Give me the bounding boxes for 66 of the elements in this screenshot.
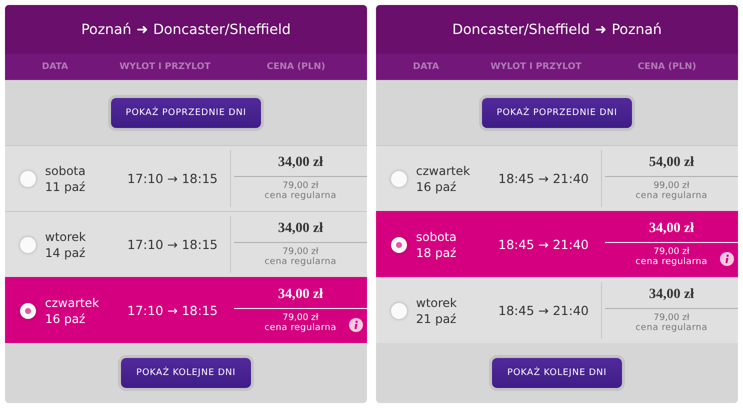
flight-time: 17:10 → 18:15 [126, 303, 219, 318]
regular-price: 79,00 zł [282, 247, 318, 257]
regular-price-label: cena regularna [636, 257, 708, 267]
weekday: wtorek [416, 294, 458, 310]
regular-price-label: cena regularna [636, 323, 708, 333]
regular-price-label: cena regularna [264, 323, 336, 333]
regular-price-label: cena regularna [636, 191, 708, 201]
promo-price: 34,00 zł [234, 282, 367, 309]
radio-button[interactable] [20, 236, 36, 252]
regular-price: 99,00 zł [654, 181, 690, 191]
route-arrow: ➜ [594, 22, 607, 38]
route-destination: Doncaster/Sheffield [153, 22, 291, 38]
next-days-button[interactable]: POKAŻ KOLEJNE DNI [118, 355, 254, 391]
regular-price: 79,00 zł [282, 313, 318, 323]
radio-button[interactable] [391, 170, 407, 186]
flight-date: 11 paź [45, 178, 86, 194]
flight-date: 18 paź [416, 244, 458, 260]
flight-row[interactable]: sobota 18 paź 18:45 → 21:40 34,00 zł 79,00 zł cena regularna [376, 211, 738, 277]
promo-price: 34,00 zł [605, 216, 738, 243]
next-days-button[interactable]: POKAŻ KOLEJNE DNI [489, 355, 625, 391]
flight-date: 16 paź [45, 310, 86, 326]
flight-row[interactable]: czwartek 16 paź 17:10 → 18:15 34,00 zł 79,00 zł cena regularna [5, 277, 367, 343]
previous-days-button[interactable]: POKAŻ POPRZEDNIE DNI [108, 94, 264, 130]
weekday: wtorek [45, 228, 87, 244]
weekday: sobota [416, 228, 458, 244]
flight-date: 16 paź [416, 178, 458, 194]
weekday: czwartek [45, 294, 100, 310]
flight-row[interactable]: wtorek 14 paź 17:10 → 18:15 34,00 zł 79,00 zł cena regularna [5, 211, 367, 277]
flight-time: 18:45 → 21:40 [497, 237, 590, 252]
promo-price: 54,00 zł [605, 150, 738, 177]
regular-price: 79,00 zł [654, 247, 690, 257]
regular-price-label: cena regularna [264, 191, 336, 201]
radio-button[interactable] [391, 302, 407, 318]
flight-time: 17:10 → 18:15 [126, 171, 219, 186]
flight-time: 18:45 → 21:40 [497, 303, 590, 318]
column-header: CENA (PLN) [266, 62, 326, 72]
regular-price: 79,00 zł [654, 313, 690, 323]
info-icon[interactable] [720, 252, 734, 266]
radio-button[interactable] [20, 170, 36, 186]
flight-row[interactable]: sobota 11 paź 17:10 → 18:15 34,00 zł 79,00 zł cena regularna [5, 145, 367, 211]
flight-date: 14 paź [45, 244, 86, 260]
flight-time: 18:45 → 21:40 [497, 171, 590, 186]
column-header: WYLOT I PRZYLOT [118, 62, 212, 72]
promo-price: 34,00 zł [234, 216, 367, 243]
column-header: CENA (PLN) [636, 62, 698, 72]
weekday: sobota [45, 162, 87, 178]
route-arrow: ➜ [136, 22, 148, 38]
promo-price: 34,00 zł [234, 150, 367, 177]
promo-price: 34,00 zł [605, 282, 738, 309]
radio-button[interactable] [391, 236, 407, 252]
column-header: DATA [412, 62, 440, 72]
flight-time: 17:10 → 18:15 [126, 237, 219, 252]
weekday: czwartek [416, 162, 472, 178]
previous-days-button[interactable]: POKAŻ POPRZEDNIE DNI [478, 94, 636, 130]
route-destination: Poznań [612, 22, 662, 38]
column-header: WYLOT I PRZYLOT [489, 62, 583, 72]
info-icon[interactable] [349, 318, 363, 332]
flight-row[interactable]: czwartek 16 paź 18:45 → 21:40 54,00 zł 99,00 zł cena regularna [376, 145, 738, 211]
regular-price: 79,00 zł [282, 181, 318, 191]
column-header: DATA [40, 62, 70, 72]
flight-date: 21 paź [416, 310, 458, 326]
route-origin: Doncaster/Sheffield [452, 22, 590, 38]
radio-button[interactable] [20, 302, 36, 318]
regular-price-label: cena regularna [264, 257, 336, 267]
flight-row[interactable]: wtorek 21 paź 18:45 → 21:40 34,00 zł 79,00 zł cena regularna [376, 277, 738, 343]
route-origin: Poznań [81, 22, 132, 38]
